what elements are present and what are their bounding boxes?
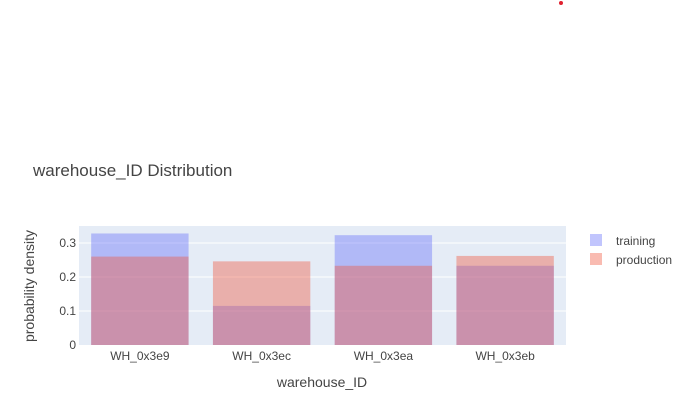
legend-swatch-production <box>590 253 602 265</box>
chart: warehouse_ID Distribution 0 0.1 0.2 0.3 WH_… <box>21 1 672 390</box>
bar-production-WH_0x3ea[interactable] <box>334 265 433 345</box>
legend-label-production: production <box>616 253 672 267</box>
y-tick-label: 0.1 <box>59 304 76 318</box>
legend[interactable]: training production <box>590 234 672 267</box>
bar-production-WH_0x3e9[interactable] <box>91 256 189 345</box>
legend-item-production[interactable]: production <box>590 253 672 267</box>
y-tick-label: 0.3 <box>59 236 76 250</box>
x-tick-label: WH_0x3eb <box>475 349 535 363</box>
x-tick-label: WH_0x3ec <box>232 349 291 363</box>
bar-production-WH_0x3eb[interactable] <box>456 255 554 345</box>
x-tick-label: WH_0x3ea <box>354 349 414 363</box>
x-tick-label: WH_0x3e9 <box>110 349 170 363</box>
x-axis-title: warehouse_ID <box>276 374 367 390</box>
legend-item-training[interactable]: training <box>590 234 655 248</box>
y-axis-title: probability density <box>21 230 37 342</box>
y-tick-label: 0.2 <box>59 270 76 284</box>
y-tick-label: 0 <box>69 338 76 352</box>
bar-production-WH_0x3ec[interactable] <box>212 261 311 345</box>
y-axis-ticks: 0 0.1 0.2 0.3 <box>59 236 76 352</box>
x-axis-ticks: WH_0x3e9 WH_0x3ec WH_0x3ea WH_0x3eb <box>110 349 535 363</box>
marker-dot <box>559 1 563 5</box>
legend-label-training: training <box>616 234 655 248</box>
legend-swatch-training <box>590 234 602 246</box>
chart-title: warehouse_ID Distribution <box>32 161 232 180</box>
